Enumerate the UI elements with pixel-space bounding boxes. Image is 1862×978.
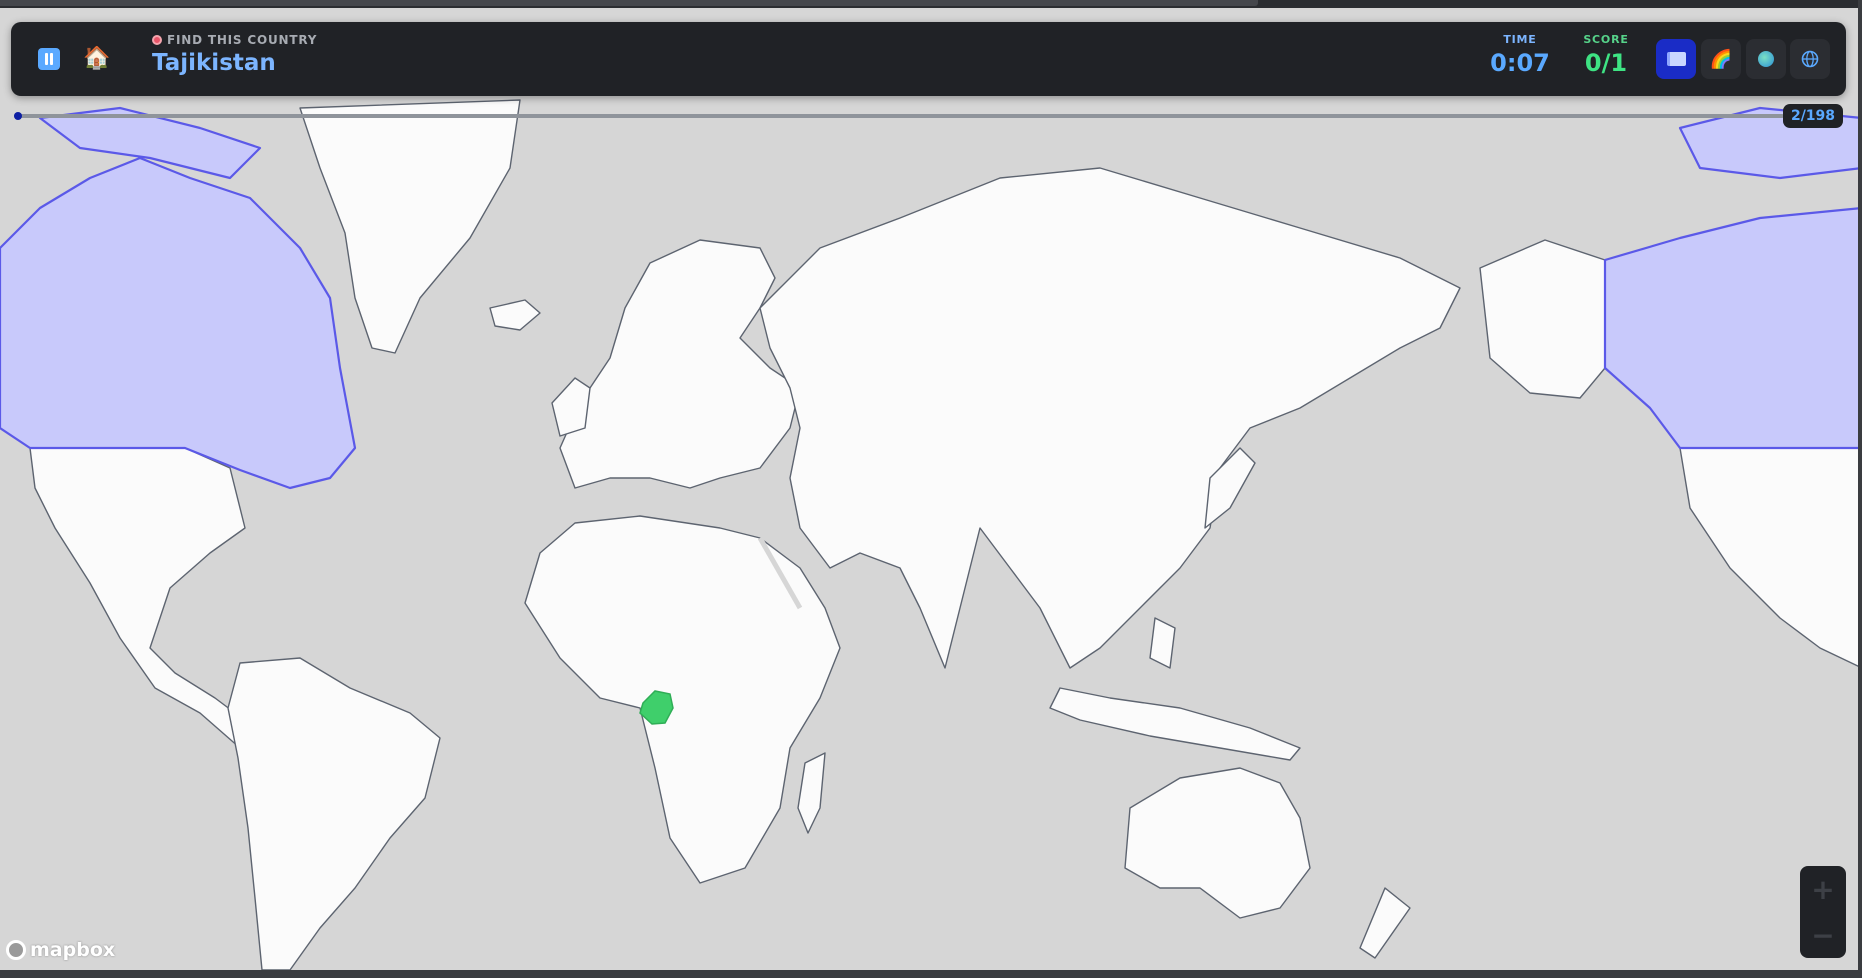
earth-icon: [1758, 51, 1774, 67]
window-top-strip-inner: [0, 0, 1258, 6]
score-stat: SCORE 0/1: [1569, 33, 1643, 77]
mapbox-attribution-text: mapbox: [30, 939, 116, 961]
top-bar: 🏠 FIND THIS COUNTRY Tajikistan TIME 0:07…: [11, 22, 1846, 96]
progress-fill: [14, 112, 22, 120]
mapbox-attribution[interactable]: mapbox: [6, 939, 115, 961]
find-country-prompt: FIND THIS COUNTRY Tajikistan: [152, 33, 317, 76]
map-style-rainbow-button[interactable]: 🌈: [1701, 39, 1741, 79]
score-label: SCORE: [1583, 33, 1629, 46]
rainbow-icon: 🌈: [1709, 48, 1733, 70]
pause-icon: [38, 48, 60, 70]
target-icon: [152, 35, 162, 45]
prompt-label: FIND THIS COUNTRY: [152, 33, 317, 47]
time-stat: TIME 0:07: [1485, 33, 1555, 77]
world-map[interactable]: [0, 8, 1862, 970]
map-style-earth-button[interactable]: [1746, 39, 1786, 79]
window-top-strip: [0, 0, 1862, 8]
book-icon: [1666, 52, 1686, 66]
pause-button[interactable]: [32, 42, 66, 76]
zoom-out-button[interactable]: −: [1800, 912, 1846, 958]
progress-badge: 2/198: [1783, 104, 1843, 128]
home-button[interactable]: 🏠: [80, 41, 114, 75]
philippines: [1149, 617, 1176, 669]
plus-icon: +: [1811, 872, 1835, 906]
target-country: Tajikistan: [152, 50, 276, 76]
time-value: 0:07: [1490, 49, 1550, 77]
prompt-label-text: FIND THIS COUNTRY: [167, 33, 318, 47]
window-right-strip: [1858, 0, 1862, 978]
zoom-control: + −: [1800, 866, 1846, 958]
globe-grid-icon: [1801, 50, 1819, 68]
zoom-in-button[interactable]: +: [1800, 866, 1846, 912]
score-value: 0/1: [1584, 49, 1628, 77]
map-style-globe-button[interactable]: [1790, 39, 1830, 79]
mapbox-logo-icon: [6, 940, 26, 960]
minus-icon: −: [1811, 918, 1835, 952]
time-label: TIME: [1503, 33, 1537, 46]
map-style-book-button[interactable]: [1656, 39, 1696, 79]
progress-track: [14, 112, 1784, 120]
window-bottom-strip: [0, 970, 1862, 978]
house-icon: 🏠: [83, 45, 111, 71]
